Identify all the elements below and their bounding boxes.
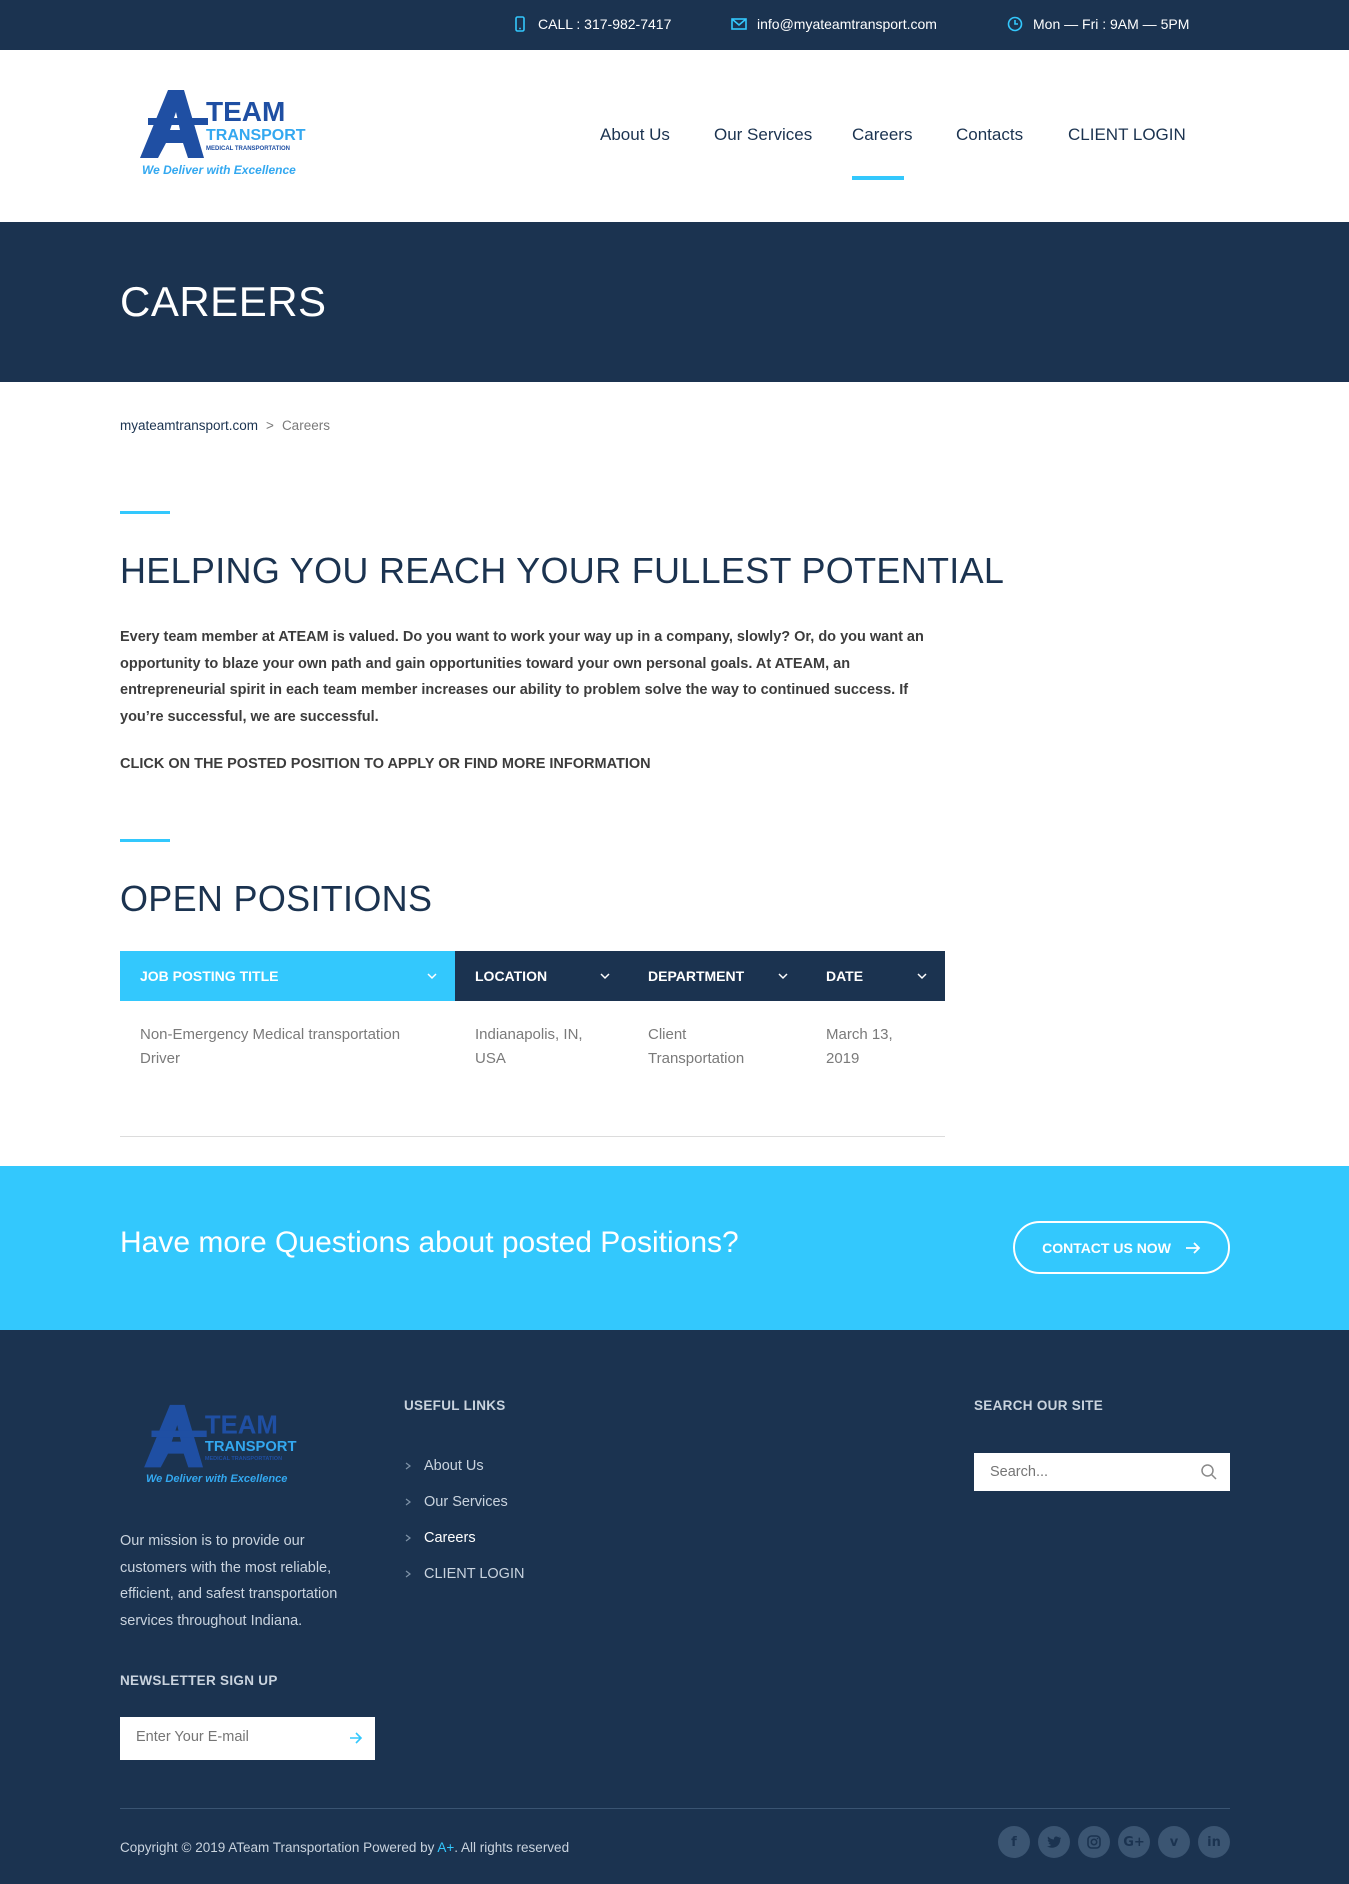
chevron-down-icon xyxy=(600,973,610,980)
phone-icon xyxy=(515,16,525,32)
breadcrumb-home-link[interactable]: myateamtransport.com xyxy=(120,418,258,433)
instagram-icon[interactable] xyxy=(1078,1826,1110,1858)
linkedin-icon[interactable]: in xyxy=(1198,1826,1230,1858)
positions-heading: OPEN POSITIONS xyxy=(120,878,433,919)
footer-link-label: About Us xyxy=(424,1458,484,1474)
page-title: CAREERS xyxy=(120,278,327,325)
chevron-right-icon xyxy=(405,1534,411,1542)
hours-text: Mon — Fri : 9AM — 5PM xyxy=(1033,16,1190,32)
intro-paragraph: Every team member at ATEAM is valued. Do… xyxy=(120,629,924,725)
search-heading: SEARCH OUR SITE xyxy=(974,1398,1104,1413)
footer-link-client-login[interactable]: CLIENT LOGIN xyxy=(404,1556,524,1592)
nav-about-us[interactable]: About Us xyxy=(600,125,670,145)
chevron-right-icon xyxy=(405,1462,411,1470)
footer-link-label: CLIENT LOGIN xyxy=(424,1566,525,1582)
twitter-icon[interactable] xyxy=(1038,1826,1070,1858)
chevron-right-icon xyxy=(405,1570,411,1578)
nav-client-login[interactable]: CLIENT LOGIN xyxy=(1068,125,1186,145)
ateam-logo[interactable]: TEAM TRANSPORT MEDICAL TRANSPORTATION We… xyxy=(138,88,308,188)
logo-transport-text: TRANSPORT xyxy=(205,1439,297,1455)
footer-link-careers[interactable]: Careers xyxy=(404,1520,524,1556)
column-header-label: JOB POSTING TITLE xyxy=(140,968,279,984)
site-search-form xyxy=(974,1453,1230,1491)
facebook-icon[interactable]: f xyxy=(998,1826,1030,1858)
useful-links-list: About Us Our Services Careers CLIENT LOG… xyxy=(404,1448,524,1592)
column-header-label: DEPARTMENT xyxy=(648,968,745,984)
page-title-band: CAREERS xyxy=(0,222,1349,382)
sort-location-header[interactable]: LOCATION xyxy=(455,951,628,1001)
apply-note: CLICK ON THE POSTED POSITION TO APPLY OR… xyxy=(120,756,651,772)
location-cell: Indianapolis, IN, USA xyxy=(475,1026,583,1067)
active-nav-indicator xyxy=(852,176,904,180)
logo-team-text: TEAM xyxy=(205,1411,278,1439)
job-title-cell[interactable]: Non-Emergency Medical transportation Dri… xyxy=(120,1001,455,1136)
chevron-down-icon xyxy=(778,973,788,980)
arrow-right-icon xyxy=(1185,1241,1201,1254)
footer-divider xyxy=(120,1808,1230,1809)
top-bar: CALL : 317-982-7417 info@myateamtranspor… xyxy=(0,0,1349,50)
email-text: info@myateamtransport.com xyxy=(757,16,937,32)
footer-link-about-us[interactable]: About Us xyxy=(404,1448,524,1484)
powered-by-link[interactable]: A+ xyxy=(437,1840,454,1855)
phone-contact[interactable]: CALL : 317-982-7417 xyxy=(512,16,671,32)
breadcrumb: myateamtransport.com > Careers xyxy=(120,418,330,433)
table-header-row: JOB POSTING TITLE LOCATION DEPARTMENT DA… xyxy=(120,951,945,1001)
footer-link-label: Careers xyxy=(424,1530,476,1546)
google-plus-icon[interactable]: G+ xyxy=(1118,1826,1150,1858)
logo-team-text: TEAM xyxy=(206,96,285,127)
phone-text: CALL : 317-982-7417 xyxy=(538,16,672,32)
column-header-label: DATE xyxy=(826,968,864,984)
newsletter-heading: NEWSLETTER SIGN UP xyxy=(120,1673,278,1688)
sort-department-header[interactable]: DEPARTMENT xyxy=(628,951,806,1001)
logo-tagline: We Deliver with Excellence xyxy=(142,163,296,177)
mission-statement: Our mission is to provide our customers … xyxy=(120,1533,338,1629)
copyright-text: Copyright © 2019 ATeam Transportation Po… xyxy=(120,1840,569,1855)
vimeo-icon[interactable]: v xyxy=(1158,1826,1190,1858)
newsletter-email-input[interactable] xyxy=(136,1729,336,1745)
date-cell: March 13, 2019 xyxy=(826,1026,893,1067)
site-search-input[interactable] xyxy=(990,1464,1180,1480)
copyright-suffix: . All rights reserved xyxy=(454,1840,570,1855)
positions-table: JOB POSTING TITLE LOCATION DEPARTMENT DA… xyxy=(120,951,945,1137)
copyright-prefix: Copyright © 2019 ATeam Transportation Po… xyxy=(120,1840,438,1855)
logo-transport-text: TRANSPORT xyxy=(206,127,306,144)
chevron-down-icon xyxy=(917,973,927,980)
arrow-right-icon[interactable] xyxy=(349,1731,363,1745)
newsletter-form xyxy=(120,1717,375,1760)
logo-sub-text: MEDICAL TRANSPORTATION xyxy=(206,146,290,152)
footer-link-label: Our Services xyxy=(424,1494,508,1510)
hours-info: Mon — Fri : 9AM — 5PM xyxy=(1007,16,1189,32)
section-accent-line xyxy=(120,839,170,842)
contact-us-now-button[interactable]: CONTACT US NOW xyxy=(1013,1221,1230,1274)
envelope-icon xyxy=(731,18,747,30)
footer-ateam-logo[interactable]: TEAM TRANSPORT MEDICAL TRANSPORTATION We… xyxy=(138,1403,303,1495)
intro-heading: HELPING YOU REACH YOUR FULLEST POTENTIAL xyxy=(120,550,1005,591)
logo-sub-text: MEDICAL TRANSPORTATION xyxy=(205,1456,282,1462)
clock-icon xyxy=(1007,16,1023,32)
department-cell: Client Transportation xyxy=(648,1026,745,1067)
contact-cta-band: Have more Questions about posted Positio… xyxy=(0,1166,1349,1330)
nav-our-services[interactable]: Our Services xyxy=(714,125,812,145)
chevron-right-icon xyxy=(405,1498,411,1506)
email-contact[interactable]: info@myateamtransport.com xyxy=(731,16,937,32)
nav-contacts[interactable]: Contacts xyxy=(956,125,1023,145)
contact-button-label: CONTACT US NOW xyxy=(1042,1239,1171,1256)
sort-job-title-header[interactable]: JOB POSTING TITLE xyxy=(120,951,455,1001)
cta-question: Have more Questions about posted Positio… xyxy=(120,1226,739,1259)
footer-link-our-services[interactable]: Our Services xyxy=(404,1484,524,1520)
section-accent-line xyxy=(120,511,170,514)
useful-links-heading: USEFUL LINKS xyxy=(404,1398,506,1413)
nav-careers[interactable]: Careers xyxy=(852,125,912,145)
logo-tagline: We Deliver with Excellence xyxy=(146,1473,287,1485)
breadcrumb-separator: > xyxy=(266,418,274,433)
site-footer: TEAM TRANSPORT MEDICAL TRANSPORTATION We… xyxy=(0,1330,1349,1884)
chevron-down-icon xyxy=(427,973,437,980)
column-header-label: LOCATION xyxy=(475,968,548,984)
breadcrumb-current: Careers xyxy=(281,418,330,433)
social-links: f G+ v in xyxy=(998,1826,1230,1858)
search-icon[interactable] xyxy=(1200,1463,1218,1481)
sort-date-header[interactable]: DATE xyxy=(806,951,945,1001)
table-row[interactable]: Non-Emergency Medical transportation Dri… xyxy=(120,1001,945,1137)
site-header: TEAM TRANSPORT MEDICAL TRANSPORTATION We… xyxy=(0,50,1349,222)
